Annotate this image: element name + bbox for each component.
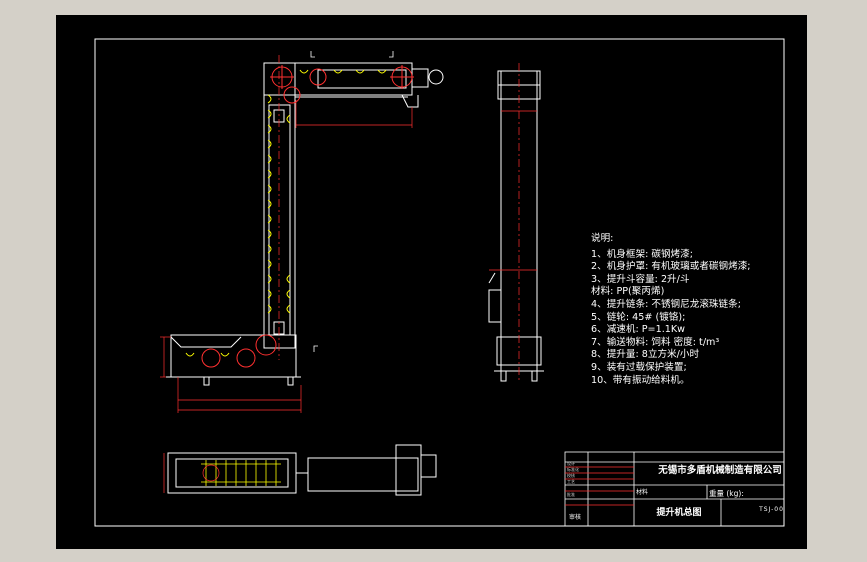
plan-boot-inner [175,458,289,488]
support-foot-right [287,376,294,386]
note-item: 7、输送物料: 饲料 密度: t/m³ [591,336,720,348]
plan-head [307,457,419,492]
sprockets [201,65,414,368]
plan-sprocket [202,464,220,482]
side-foot-left [500,370,507,382]
side-foot-right [531,370,538,382]
note-item: 5、链轮: 45# (镀铬); [591,311,686,323]
section-marks [310,51,394,352]
sprocket-bottom-mid [236,348,256,368]
plan-view [167,444,437,496]
side-view-dimensions [489,63,537,383]
section-mark-bottom [313,345,318,352]
motor-pulley [428,69,444,85]
note-item: 材料: PP(聚丙烯) [591,286,665,298]
drawing-title: 提升机总图 [656,508,702,518]
feed-hopper [170,336,242,348]
side-motor [488,289,502,323]
section-mark-top-left [310,51,315,58]
front-view-dimensions [160,55,413,413]
drive-motor [411,68,429,88]
note-item: 9、装有过载保护装置; [591,361,687,373]
tb-small-label: 批准 [567,492,575,497]
drawing-code: TSJ-00 [759,506,784,513]
note-item: 8、提升量: 8立方米/小时 [591,349,700,361]
technical-notes: 说明: 1、机身框架: 碳钢烤漆; 2、机身护罩: 有机玻璃或者碳钢烤漆; 3、… [591,233,806,387]
plan-bucket-row [201,460,281,486]
note-item: 6、减速机: P=1.1Kw [591,324,685,336]
note-item: 1、机身框架: 碳钢烤漆; [591,248,693,260]
note-item: 4、提升链条: 不锈钢尼龙滚珠链条; [591,298,741,310]
buckets-boot [185,352,230,357]
weight-label: 重量 (kg): [709,489,744,498]
company-name: 无锡市多盾机械制造有限公司 [658,465,782,476]
note-item: 10、带有振动给料机。 [591,374,690,386]
bucket-chain [185,69,387,357]
side-bracket [488,272,496,284]
support-foot-left [203,376,210,386]
material-label: 材料 [636,489,649,496]
vertical-column-inner [268,104,291,336]
plan-buckets [201,460,281,486]
sprocket-bottom-right [255,334,277,356]
sprocket-bottom-left [201,348,221,368]
plan-motor [420,454,437,478]
front-view [166,62,444,386]
note-item: 3、提升斗容量: 2升/斗 [591,273,690,285]
notes-title: 说明: [591,233,614,244]
side-view [488,70,544,382]
cad-viewport[interactable]: 说明: 1、机身框架: 碳钢烤漆; 2、机身护罩: 有机玻璃或者碳钢烤漆; 3、… [56,15,807,549]
plan-drive [395,444,422,496]
tb-small-label: 工艺 [567,479,575,484]
section-mark-top-right [389,51,394,58]
note-item: 2、机身护罩: 有机玻璃或者碳钢烤漆; [591,261,751,273]
check-label: 审核 [569,514,582,521]
